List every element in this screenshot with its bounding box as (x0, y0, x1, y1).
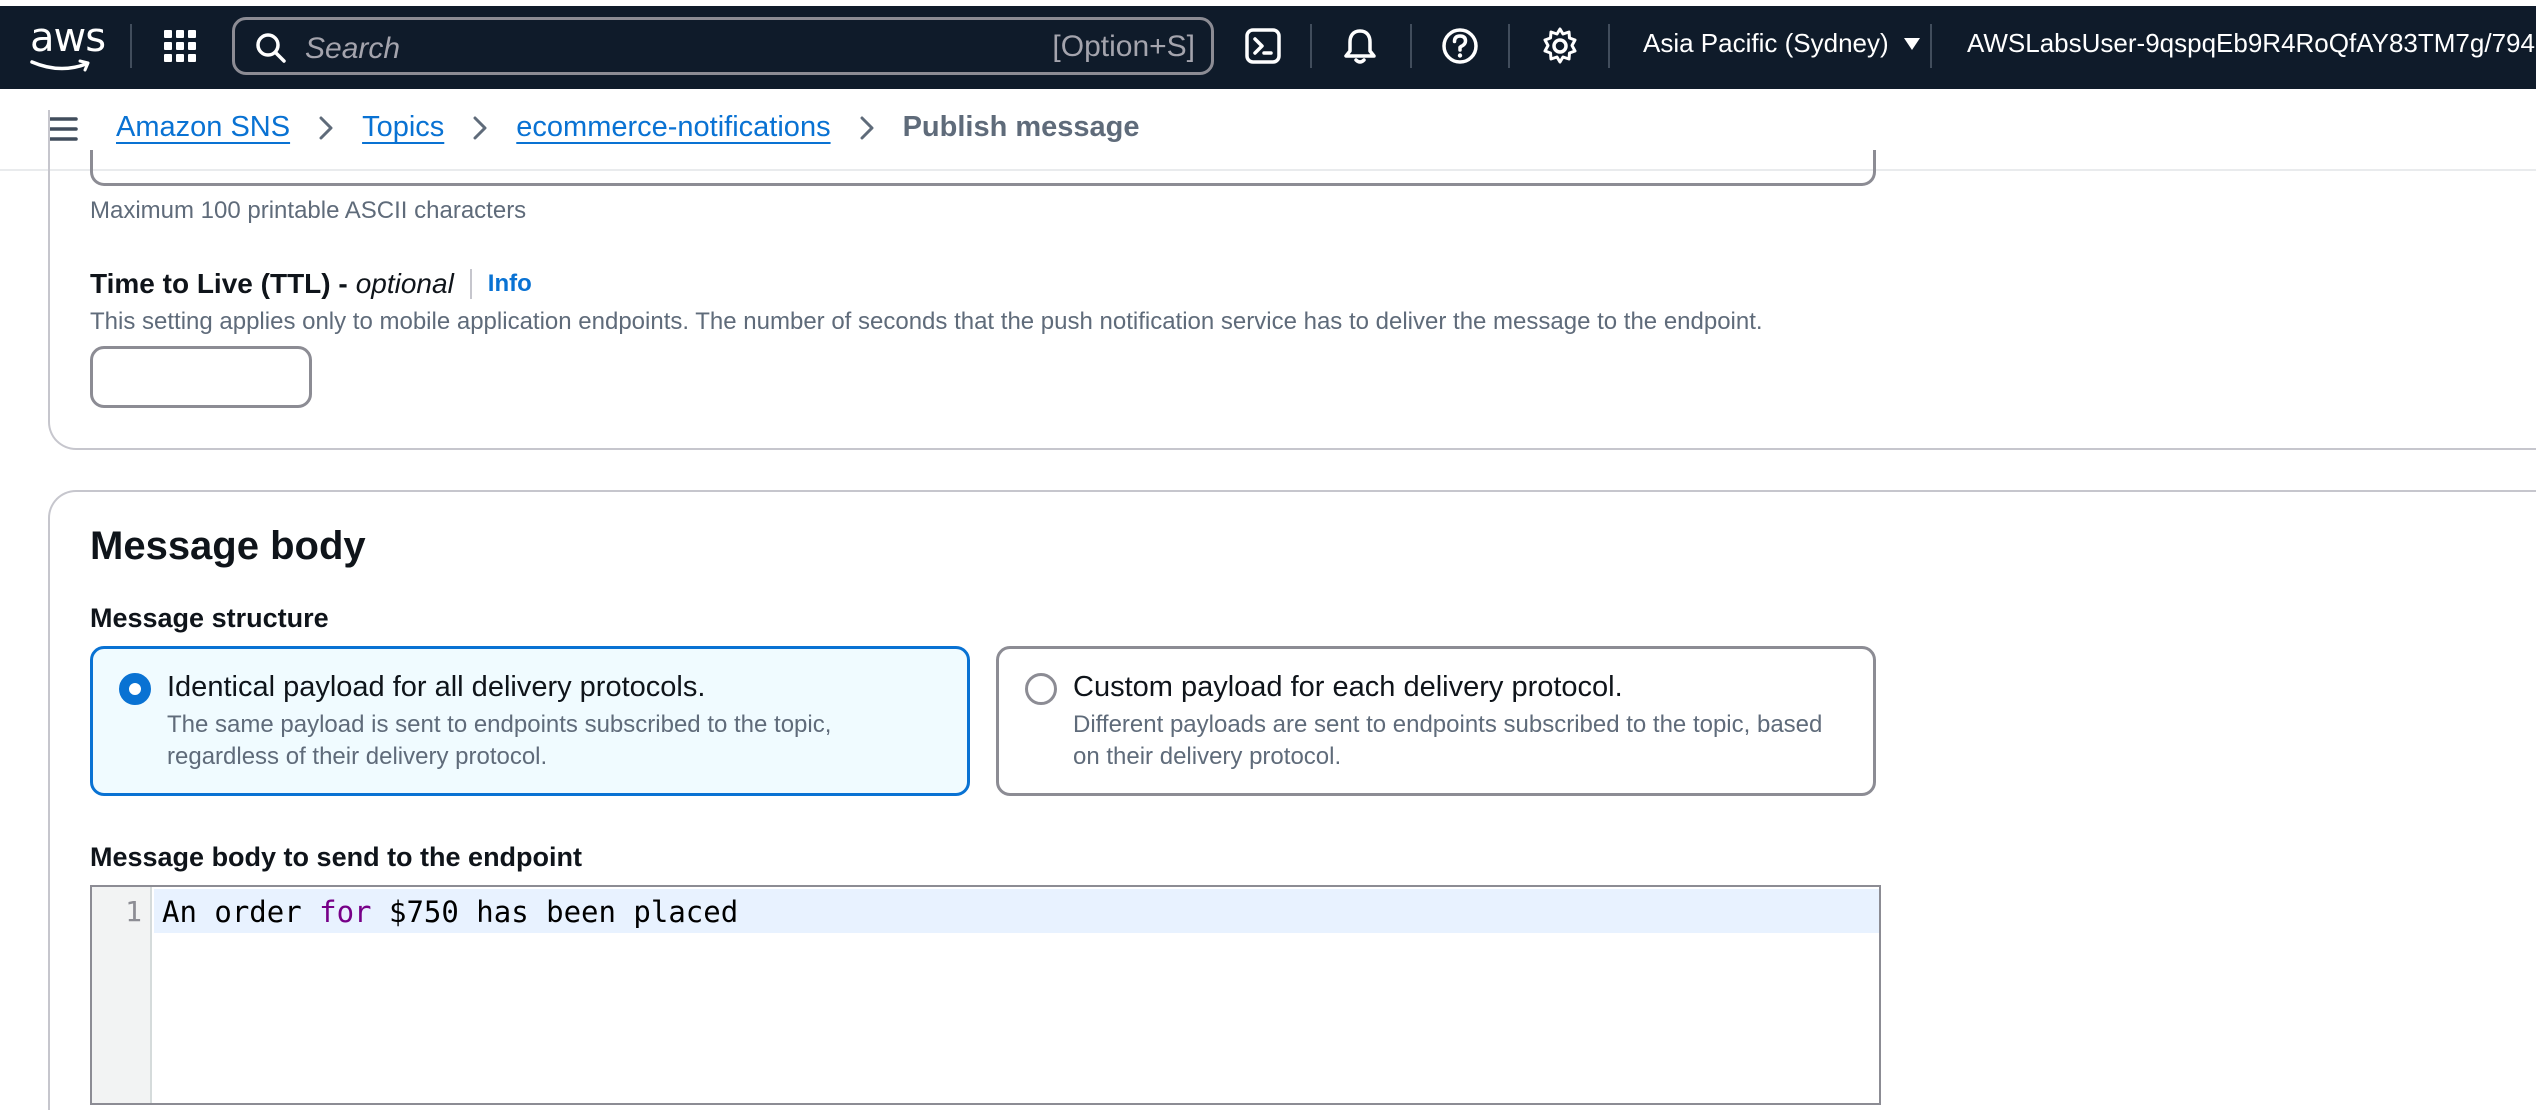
account-menu[interactable]: AWSLabsUser-9qspqEb9R4RoQfAY83TM7g/794be… (1967, 28, 2536, 59)
editor-gutter: 1 (92, 887, 152, 1103)
nav-separator (1608, 24, 1610, 68)
message-structure-label: Message structure (90, 603, 329, 633)
ttl-info-link[interactable]: Info (488, 270, 532, 298)
nav-separator (1930, 24, 1932, 68)
editor-code-line[interactable]: An order for $750 has been placed (162, 895, 738, 929)
custom-payload-tile[interactable]: Custom payload for each delivery protoco… (996, 646, 1876, 796)
region-selector[interactable]: Asia Pacific (Sydney) (1643, 28, 1921, 59)
custom-payload-description: Different payloads are sent to endpoints… (1073, 711, 1823, 770)
identical-payload-tile[interactable]: Identical payload for all delivery proto… (90, 646, 970, 796)
code-text: An order (162, 895, 320, 929)
services-grid-icon[interactable] (162, 28, 198, 64)
ttl-label: Time to Live (TTL) - optional Info (90, 268, 532, 300)
line-number: 1 (125, 895, 142, 928)
caret-down-icon (1903, 37, 1920, 50)
search-input[interactable]: Search [Option+S] (232, 17, 1214, 75)
aws-smile-icon (30, 59, 90, 72)
help-icon[interactable] (1440, 26, 1480, 66)
top-navigation: aws Search [Option+S] Asia Pacific (Sydn… (0, 0, 2536, 89)
cloudshell-icon[interactable] (1243, 26, 1283, 66)
ttl-input[interactable] (90, 346, 312, 408)
input-hint: Maximum 100 printable ASCII characters (90, 197, 527, 224)
region-label: Asia Pacific (Sydney) (1643, 28, 1889, 58)
search-icon (256, 33, 286, 63)
custom-payload-radio[interactable] (1025, 673, 1057, 705)
nav-separator (1410, 24, 1412, 68)
nav-separator (1508, 24, 1510, 68)
identical-payload-title: Identical payload for all delivery proto… (167, 671, 706, 703)
identical-payload-radio[interactable] (119, 673, 151, 705)
search-shortcut: [Option+S] (1052, 30, 1195, 63)
identical-payload-description: The same payload is sent to endpoints su… (167, 711, 832, 770)
aws-logo-text: aws (30, 15, 106, 61)
code-text: $750 has been placed (371, 895, 739, 929)
top-strip (0, 0, 2536, 6)
bell-icon[interactable] (1340, 26, 1380, 66)
ttl-label-text: Time to Live (TTL) - (90, 268, 348, 299)
ttl-optional-text: optional (355, 268, 454, 299)
ttl-description: This setting applies only to mobile appl… (90, 308, 1763, 335)
message-body-label: Message body to send to the endpoint (90, 842, 583, 872)
aws-logo[interactable]: aws (30, 15, 106, 74)
message-body-editor[interactable]: 1 An order for $750 has been placed (90, 885, 1881, 1105)
code-keyword: for (319, 895, 372, 929)
text-input-partial[interactable] (90, 150, 1876, 186)
label-divider (469, 269, 472, 299)
nav-separator (130, 24, 132, 68)
nav-separator (1310, 24, 1312, 68)
search-placeholder: Search (305, 32, 401, 65)
message-body-title: Message body (90, 524, 366, 568)
settings-icon[interactable] (1540, 26, 1580, 66)
custom-payload-title: Custom payload for each delivery protoco… (1073, 671, 1623, 703)
